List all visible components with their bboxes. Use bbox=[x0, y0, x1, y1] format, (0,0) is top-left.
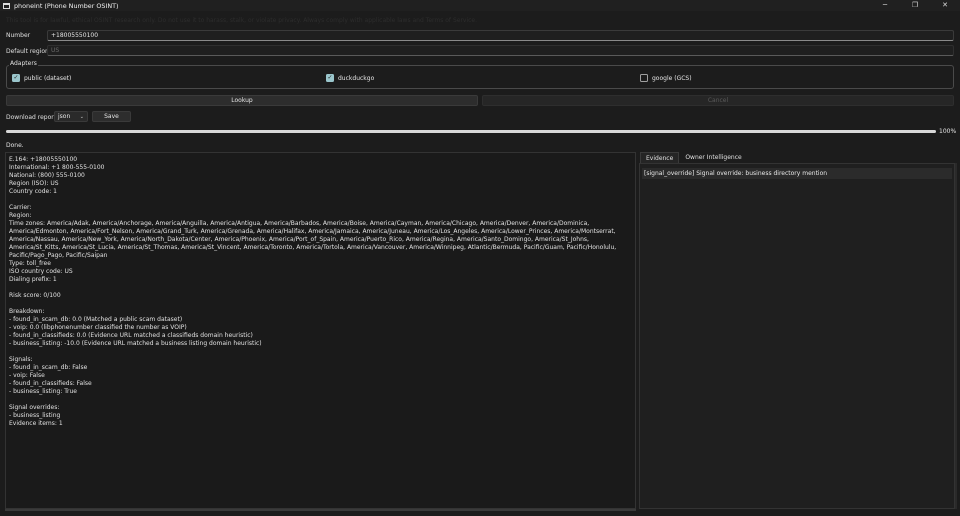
tab-evidence[interactable]: Evidence bbox=[640, 152, 680, 163]
window-title: phoneint (Phone Number OSINT) bbox=[14, 1, 119, 10]
report-line: - voip: False bbox=[9, 372, 45, 379]
report-line: Region: bbox=[9, 212, 32, 219]
report-line: Evidence items: 1 bbox=[9, 420, 63, 427]
maximize-icon[interactable]: ❐ bbox=[900, 0, 930, 11]
adapter-google-label: google (GCS) bbox=[652, 74, 692, 82]
cancel-button[interactable]: Cancel bbox=[482, 95, 954, 106]
adapters-group-title: Adapters bbox=[9, 60, 38, 67]
report-line: Breakdown: bbox=[9, 308, 45, 315]
report-line bbox=[9, 348, 632, 356]
progress-fill bbox=[6, 130, 936, 133]
report-format-value: json bbox=[58, 113, 71, 120]
minimize-icon[interactable]: ─ bbox=[870, 0, 900, 11]
report-output[interactable]: E.164: +18005550100 International: +1 800… bbox=[5, 152, 636, 509]
report-line: ISO country code: US bbox=[9, 268, 73, 275]
report-line: National: (800) 555-0100 bbox=[9, 172, 85, 179]
report-line: Time zones: America/Adak, America/Anchor… bbox=[9, 220, 619, 259]
report-line: - business_listing: True bbox=[9, 388, 77, 395]
report-line bbox=[9, 300, 632, 308]
report-line: Carrier: bbox=[9, 204, 32, 211]
progress-bar bbox=[6, 130, 936, 133]
report-line: - found_in_scam_db: 0.0 (Matched a publi… bbox=[9, 316, 183, 323]
title-bar: phoneint (Phone Number OSINT) ─ ❐ ✕ bbox=[0, 0, 960, 11]
report-line bbox=[9, 284, 632, 292]
report-line bbox=[9, 396, 632, 404]
adapters-group bbox=[6, 65, 954, 89]
number-input-value: +18005550100 bbox=[51, 32, 99, 39]
adapter-public-checkbox[interactable]: ✓ public (dataset) bbox=[12, 74, 71, 82]
report-line: Country code: 1 bbox=[9, 188, 57, 195]
report-line: - found_in_classifieds: 0.0 (Evidence UR… bbox=[9, 332, 253, 339]
report-format-select[interactable]: json ⌄ bbox=[54, 111, 88, 122]
adapter-google-checkbox[interactable]: google (GCS) bbox=[640, 74, 692, 82]
save-button[interactable]: Save bbox=[92, 111, 131, 122]
report-line: Region (ISO): US bbox=[9, 180, 59, 187]
report-line: Risk score: 0/100 bbox=[9, 292, 61, 299]
close-icon[interactable]: ✕ bbox=[930, 0, 960, 11]
number-label: Number bbox=[6, 32, 31, 39]
report-line: - found_in_scam_db: False bbox=[9, 364, 88, 371]
report-line: Dialing prefix: 1 bbox=[9, 276, 57, 283]
adapter-duckduckgo-checkbox[interactable]: ✓ duckduckgo bbox=[326, 74, 374, 82]
evidence-scrollbar[interactable] bbox=[955, 163, 957, 509]
report-line: E.164: +18005550100 bbox=[9, 156, 78, 163]
details-tabs: Evidence Owner Intelligence bbox=[640, 152, 748, 163]
window-controls: ─ ❐ ✕ bbox=[870, 0, 960, 11]
chevron-down-icon: ⌄ bbox=[79, 114, 84, 120]
report-line: International: +1 800-555-0100 bbox=[9, 164, 105, 171]
status-text: Done. bbox=[6, 142, 24, 149]
adapter-public-label: public (dataset) bbox=[24, 74, 72, 82]
download-report-label: Download report bbox=[6, 114, 57, 121]
report-line bbox=[9, 196, 632, 204]
report-line: - voip: 0.0 (libphonenumber classified t… bbox=[9, 324, 187, 331]
report-line: - found_in_classifieds: False bbox=[9, 380, 92, 387]
checkbox-checked-icon[interactable]: ✓ bbox=[326, 74, 334, 82]
report-line: Type: toll_free bbox=[9, 260, 51, 267]
lookup-button[interactable]: Lookup bbox=[6, 95, 478, 106]
checkbox-unchecked-icon[interactable] bbox=[640, 74, 648, 82]
report-horizontal-scrollbar[interactable] bbox=[5, 509, 636, 511]
disclaimer-text: This tool is for lawful, ethical OSINT r… bbox=[6, 17, 478, 24]
app-window-icon bbox=[3, 2, 10, 9]
report-line: Signal overrides: bbox=[9, 404, 60, 411]
number-input[interactable]: +18005550100 bbox=[47, 30, 954, 41]
checkbox-checked-icon[interactable]: ✓ bbox=[12, 74, 20, 82]
evidence-panel: [signal_override] Signal override: busin… bbox=[639, 163, 955, 509]
report-line: - business_listing bbox=[9, 412, 61, 419]
adapter-duckduckgo-label: duckduckgo bbox=[338, 74, 375, 82]
region-input-value: US bbox=[51, 47, 60, 54]
evidence-list-item[interactable]: [signal_override] Signal override: busin… bbox=[642, 168, 952, 179]
region-input[interactable]: US bbox=[47, 45, 954, 56]
progress-text: 100% bbox=[939, 128, 957, 135]
report-line: Signals: bbox=[9, 356, 33, 363]
region-label: Default region bbox=[6, 48, 49, 55]
report-line: - business_listing: -10.0 (Evidence URL … bbox=[9, 340, 262, 347]
tab-owner-intelligence[interactable]: Owner Intelligence bbox=[679, 152, 747, 163]
